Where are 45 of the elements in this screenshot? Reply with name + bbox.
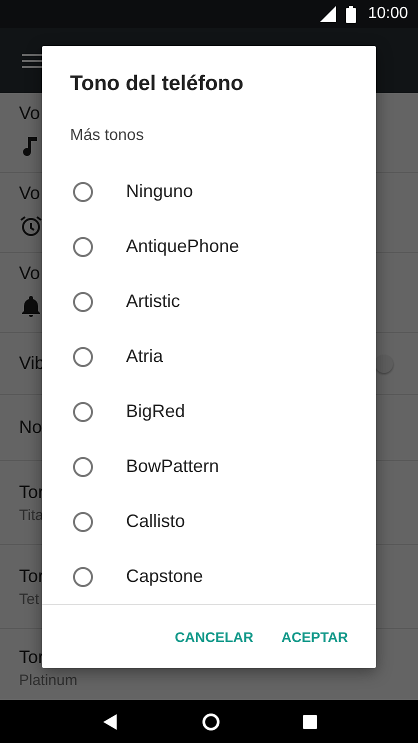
radio-button[interactable] [73,292,93,312]
option-label: Artistic [126,291,180,312]
radio-button[interactable] [73,456,93,476]
setting-title: Tor [19,566,44,586]
ringtone-option[interactable]: AntiquePhone [42,219,376,274]
overview-icon[interactable] [302,714,317,728]
ringtone-option[interactable]: Capstone [42,549,376,604]
dialog-button[interactable]: CANCELAR [166,620,262,652]
radio-button[interactable] [73,402,93,422]
setting-title: Vo [19,103,40,124]
option-label: AntiquePhone [126,236,240,257]
ringtone-option[interactable]: BowPattern [42,439,376,494]
setting-title: No [19,417,42,438]
radio-button[interactable] [73,346,93,366]
radio-button[interactable] [73,236,93,256]
battery-icon [346,6,356,22]
ringtone-option[interactable]: Callisto [42,494,376,549]
ringtone-option[interactable]: Atria [42,329,376,384]
setting-title: Tor [19,647,44,668]
clock-time: 10:00 [368,5,408,23]
signal-icon [320,6,336,22]
switch-thumb[interactable] [375,354,393,372]
option-label: BowPattern [126,456,220,477]
option-label: BigRed [126,401,186,422]
menu-icon[interactable] [22,54,42,68]
bell-icon [19,294,43,318]
section-label: Más tonos [69,126,145,146]
radio-button[interactable] [73,182,93,202]
alarm-clock-icon [19,214,43,238]
home-icon[interactable] [202,712,220,730]
ringtone-option[interactable]: Ninguno [42,164,376,219]
back-icon[interactable] [101,712,120,730]
option-label: Callisto [126,511,186,532]
option-label: Atria [126,346,164,367]
option-label: Ninguno [126,181,194,202]
setting-title: Vo [19,183,40,204]
radio-button[interactable] [73,566,93,586]
dialog-title: Tono del teléfono [69,71,244,97]
setting-title: Tor [19,482,44,502]
radio-button[interactable] [73,512,93,532]
setting-title: Vo [19,263,40,284]
ringtone-option[interactable]: BigRed [42,384,376,439]
ringtone-option[interactable]: Artistic [42,274,376,329]
dialog-button[interactable]: ACEPTAR [273,620,356,652]
option-label: Capstone [126,566,204,587]
